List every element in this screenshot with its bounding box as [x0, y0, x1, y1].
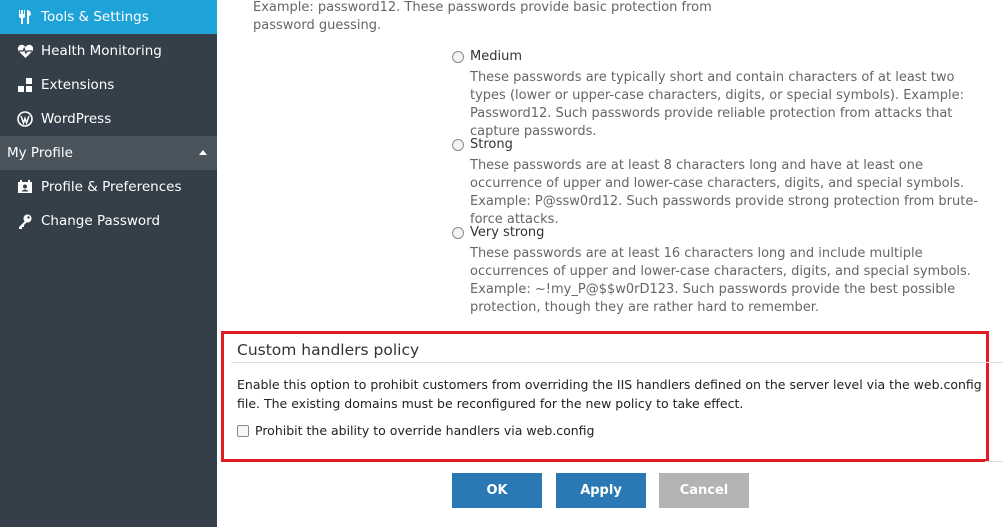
- very-strong-description: These passwords are at least 16 characte…: [470, 246, 971, 315]
- prohibit-handlers-override-option[interactable]: Prohibit the ability to override handler…: [237, 423, 594, 438]
- medium-description: These passwords are typically short and …: [470, 70, 964, 139]
- radio-strong[interactable]: Strong: [452, 137, 513, 152]
- prohibit-handlers-checkbox[interactable]: [237, 424, 249, 437]
- sidebar-item-wordpress[interactable]: WordPress: [0, 102, 217, 136]
- profile-card-icon: [16, 178, 34, 196]
- ok-button[interactable]: OK: [452, 473, 542, 508]
- section-description: Enable this option to prohibit customers…: [237, 377, 982, 411]
- divider: [985, 461, 1003, 462]
- sidebar-item-label: Change Password: [41, 213, 161, 229]
- radio-button[interactable]: [452, 138, 464, 151]
- sidebar-item-label: WordPress: [41, 111, 112, 127]
- caret-up-icon: [199, 150, 207, 155]
- sidebar-item-label: Extensions: [41, 77, 115, 93]
- weak-password-description: Example: password12. These passwords pro…: [253, 0, 712, 33]
- sidebar-section-my-profile[interactable]: My Profile: [0, 136, 217, 170]
- radio-label: Strong: [470, 137, 513, 152]
- heartbeat-icon: [16, 42, 34, 60]
- sidebar-item-change-password[interactable]: Change Password: [0, 204, 217, 238]
- sidebar-item-profile-preferences[interactable]: Profile & Preferences: [0, 170, 217, 204]
- radio-label: Very strong: [470, 225, 545, 240]
- wordpress-icon: [16, 110, 34, 128]
- section-divider: [231, 362, 1003, 363]
- checkbox-label: Prohibit the ability to override handler…: [255, 423, 595, 438]
- strong-description: These passwords are at least 8 character…: [470, 158, 979, 227]
- sidebar-item-tools-settings[interactable]: Tools & Settings: [0, 0, 217, 34]
- sidebar-item-label: Profile & Preferences: [41, 179, 182, 195]
- sidebar-item-label: Health Monitoring: [41, 43, 162, 59]
- cancel-button[interactable]: Cancel: [659, 473, 749, 508]
- radio-button[interactable]: [452, 50, 464, 63]
- radio-button[interactable]: [452, 226, 464, 239]
- radio-medium[interactable]: Medium: [452, 49, 522, 64]
- radio-label: Medium: [470, 49, 522, 64]
- sidebar-item-health-monitoring[interactable]: Health Monitoring: [0, 34, 217, 68]
- sidebar: Tools & Settings Health Monitoring Exten…: [0, 0, 217, 527]
- sidebar-section-label: My Profile: [7, 145, 73, 161]
- section-title: Custom handlers policy: [237, 341, 420, 359]
- sidebar-item-extensions[interactable]: Extensions: [0, 68, 217, 102]
- tools-icon: [16, 8, 34, 26]
- sidebar-item-label: Tools & Settings: [41, 9, 149, 25]
- apply-button[interactable]: Apply: [556, 473, 646, 508]
- extensions-icon: [16, 76, 34, 94]
- radio-very-strong[interactable]: Very strong: [452, 225, 544, 240]
- key-icon: [16, 212, 34, 230]
